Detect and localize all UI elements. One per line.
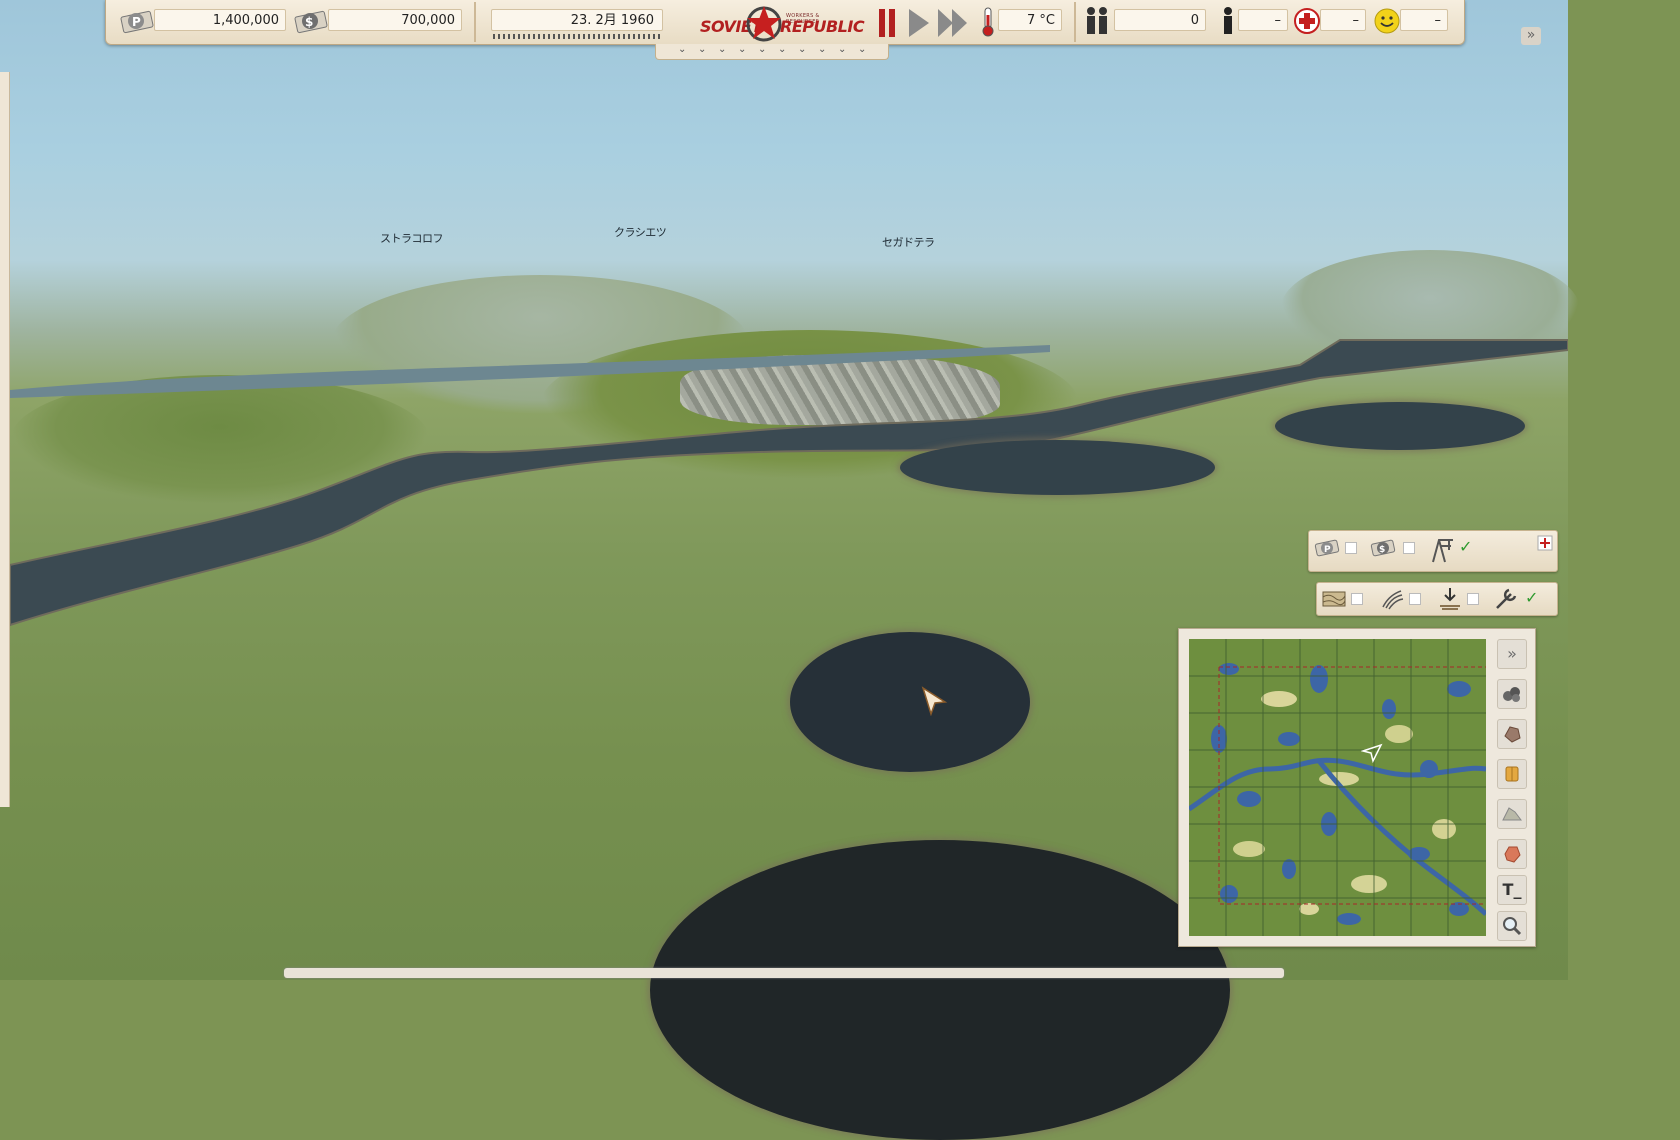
population-value[interactable]: – — [1238, 9, 1288, 31]
chevron-down-icon: ⌄ — [698, 44, 707, 55]
horizontal-scrollbar[interactable] — [284, 968, 1284, 978]
place-label[interactable]: ストラコロフ — [380, 230, 444, 246]
collapse-panel-button[interactable]: » — [1521, 27, 1541, 45]
top-status-bar: P 1,400,000 $ 700,000 23. 2月 1960 SOVIET… — [105, 0, 1465, 45]
dollars-value[interactable]: 700,000 — [328, 9, 462, 31]
terrain-texture-icon[interactable] — [1321, 587, 1347, 611]
health-value[interactable]: – — [1320, 9, 1366, 31]
iron-ore-icon[interactable] — [1497, 719, 1527, 749]
chevron-down-icon: ⌄ — [718, 44, 727, 55]
fast-forward-button[interactable] — [936, 7, 970, 39]
crater-lake — [650, 840, 1230, 1140]
lake — [900, 440, 1215, 495]
happiness-icon — [1374, 8, 1400, 34]
wood-icon[interactable] — [1497, 759, 1527, 789]
more-stats-dropdown[interactable]: ⌄ ⌄ ⌄ ⌄ ⌄ ⌄ ⌄ ⌄ ⌄ ⌄ — [655, 44, 889, 60]
divider — [1074, 2, 1076, 42]
tools-check[interactable]: ✓ — [1525, 590, 1538, 606]
dig-icon[interactable] — [1437, 586, 1463, 612]
terrain-overlay-panel: ✓ — [1316, 582, 1558, 616]
workers-icon — [1087, 7, 1107, 34]
pause-button[interactable] — [876, 7, 898, 39]
svg-text:P: P — [132, 15, 141, 29]
chevron-down-icon: ⌄ — [818, 44, 827, 55]
coal-icon[interactable] — [1497, 679, 1527, 709]
dollars-filter-checkbox[interactable] — [1403, 542, 1415, 554]
add-filter-icon[interactable] — [1537, 535, 1553, 551]
happiness-value[interactable]: – — [1400, 9, 1448, 31]
dollars-filter-icon[interactable]: $ — [1369, 537, 1399, 559]
chevron-down-icon: ⌄ — [858, 44, 867, 55]
slope-checkbox[interactable] — [1409, 593, 1421, 605]
chevron-down-icon: ⌄ — [678, 44, 687, 55]
svg-text:P: P — [1324, 545, 1331, 555]
dig-checkbox[interactable] — [1467, 593, 1479, 605]
construction-crane-icon[interactable] — [1427, 534, 1457, 564]
play-button[interactable] — [906, 7, 932, 39]
red-star-icon — [746, 6, 782, 42]
chevron-down-icon: ⌄ — [758, 44, 767, 55]
place-label[interactable]: クラシエツ — [614, 224, 667, 240]
minimap[interactable] — [1189, 639, 1486, 936]
lake — [1275, 402, 1525, 450]
minimap-panel: » T_ — [1178, 628, 1536, 947]
place-label[interactable]: セガドテラ — [882, 234, 935, 250]
text-label-icon[interactable]: T_ — [1497, 875, 1527, 905]
slope-icon[interactable] — [1379, 587, 1405, 611]
thermometer-icon — [982, 7, 994, 37]
rubles-filter-checkbox[interactable] — [1345, 542, 1357, 554]
date-display[interactable]: 23. 2月 1960 — [491, 9, 663, 31]
svg-text:$: $ — [305, 15, 313, 29]
rubles-value[interactable]: 1,400,000 — [154, 9, 286, 31]
chevron-down-icon: ⌄ — [738, 44, 747, 55]
zoom-icon[interactable] — [1497, 911, 1527, 941]
health-icon — [1294, 8, 1320, 34]
expand-icon[interactable]: » — [1497, 639, 1527, 669]
workers-value[interactable]: 0 — [1114, 9, 1206, 31]
chevron-down-icon: ⌄ — [838, 44, 847, 55]
logo-text: REPUBLIC — [780, 17, 865, 36]
game-logo: SOVIET WORKERS & RESOURCES REPUBLIC — [700, 4, 865, 42]
construction-filter-check[interactable]: ✓ — [1459, 539, 1472, 555]
tools-icon[interactable] — [1493, 586, 1519, 612]
population-icon — [1224, 7, 1232, 34]
svg-text:$: $ — [1379, 545, 1385, 555]
temperature-value[interactable]: 7 °C — [998, 9, 1062, 31]
minimap-camera-cursor-icon — [1361, 743, 1383, 763]
left-side-panel-edge[interactable] — [0, 72, 10, 807]
gravel-icon[interactable] — [1497, 799, 1527, 829]
mouse-cursor-icon — [921, 686, 948, 716]
date-progress-ticks — [493, 34, 661, 39]
terrain-texture-checkbox[interactable] — [1351, 593, 1363, 605]
chevron-down-icon: ⌄ — [798, 44, 807, 55]
divider — [474, 2, 476, 42]
minimap-terrain — [1189, 639, 1486, 936]
rubles-filter-icon[interactable]: P — [1313, 537, 1343, 559]
pond — [790, 632, 1030, 772]
resource-filter-panel: P $ ✓ — [1308, 530, 1558, 572]
bauxite-icon[interactable] — [1497, 839, 1527, 869]
river-far — [10, 345, 1050, 398]
chevron-down-icon: ⌄ — [778, 44, 787, 55]
